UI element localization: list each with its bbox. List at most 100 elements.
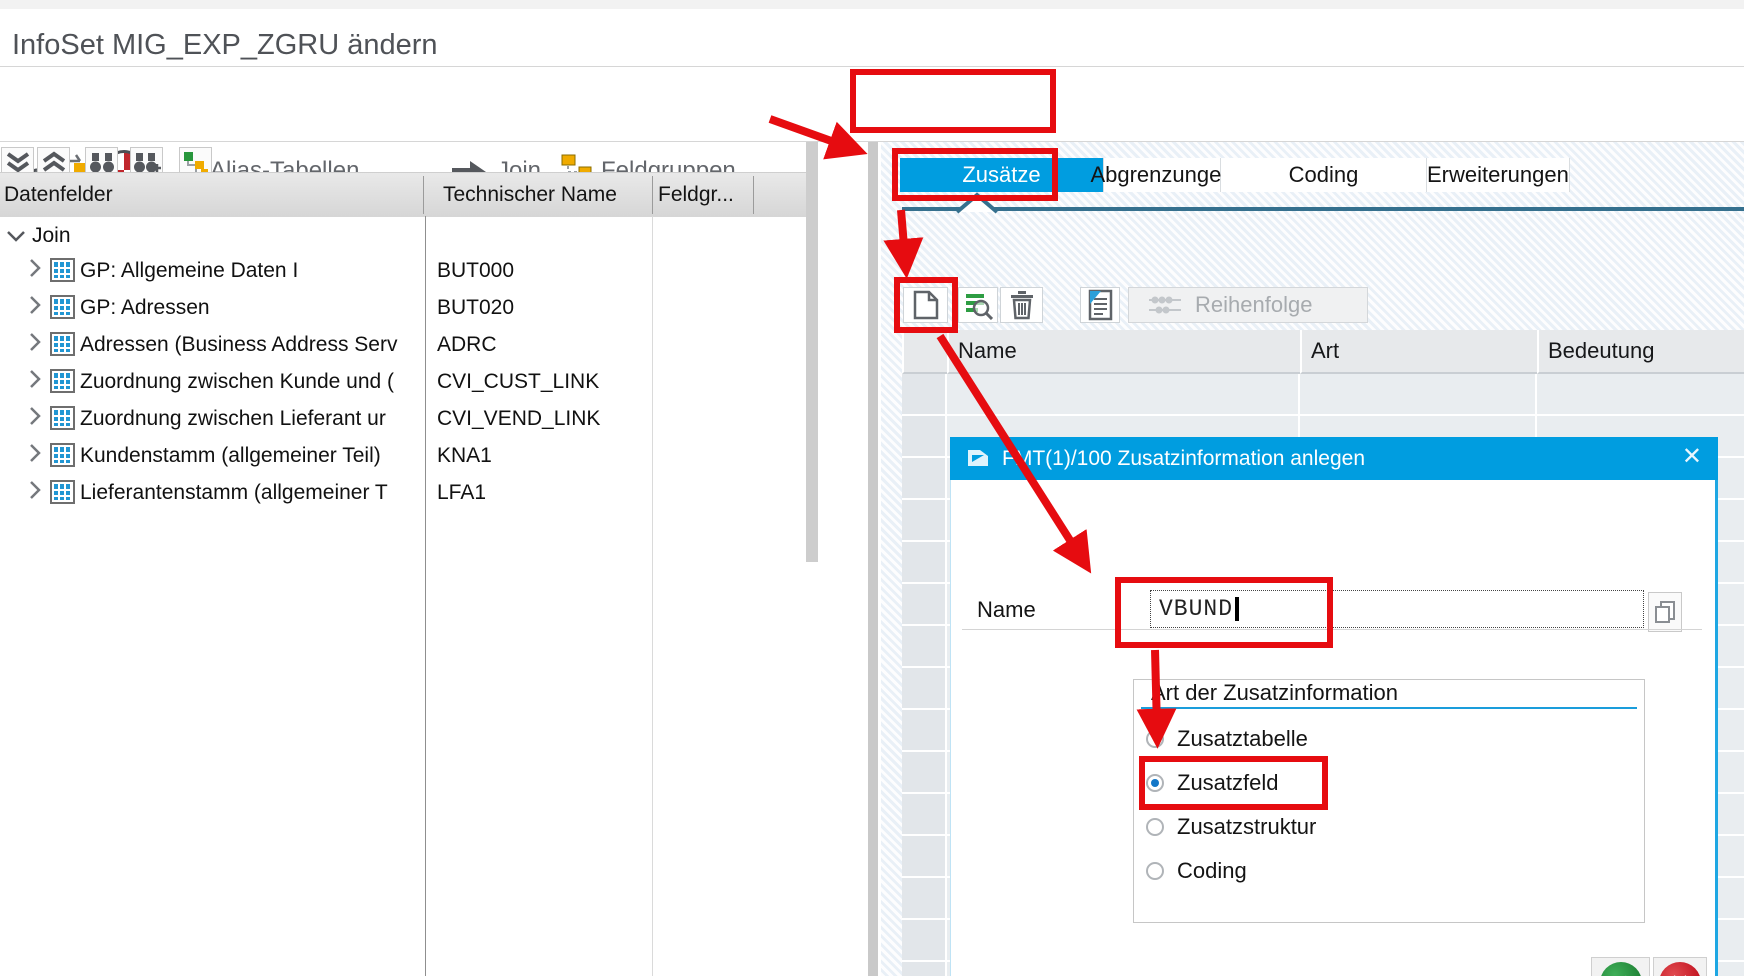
table-description: Lieferantenstamm (allgemeiner T: [80, 481, 426, 505]
radio-option[interactable]: Zusatzstruktur: [1146, 812, 1316, 842]
table-description: Kundenstamm (allgemeiner Teil): [80, 444, 426, 468]
header-separator: [423, 176, 424, 214]
header-separator: [753, 176, 754, 214]
table-description: Adressen (Business Address Serv: [80, 333, 426, 357]
table-icon: [50, 258, 75, 282]
dialog-titlebar[interactable]: FMT(1)/100 Zusatzinformation anlegen ✕: [950, 437, 1718, 480]
radio-option[interactable]: Coding: [1146, 856, 1316, 886]
cancel-x-icon: ✕: [1659, 962, 1701, 976]
grid-header-art[interactable]: Art: [1300, 330, 1537, 374]
delete-button[interactable]: [1000, 287, 1043, 323]
reihenfolge-label: Reihenfolge: [1195, 292, 1312, 318]
radio-option-label: Zusatzfeld: [1177, 770, 1279, 796]
table-technical-name: CVI_VEND_LINK: [437, 407, 600, 431]
art-group-underline: [1141, 707, 1637, 709]
tree-table-row[interactable]: Zuordnung zwischen Kunde und ( CVI_CUST_…: [0, 363, 806, 400]
reihenfolge-button[interactable]: Reihenfolge: [1128, 287, 1368, 323]
title-bar: InfoSet MIG_EXP_ZGRU ändern: [0, 9, 1744, 67]
radio-button-icon[interactable]: [1146, 818, 1164, 836]
radio-button-icon[interactable]: [1146, 862, 1164, 880]
table-description: GP: Allgemeine Daten I: [80, 259, 426, 283]
table-technical-name: CVI_CUST_LINK: [437, 370, 599, 394]
table-icon: [50, 332, 75, 356]
tree-table-row[interactable]: GP: Allgemeine Daten I BUT000: [0, 252, 806, 289]
tree-root-join[interactable]: Join: [0, 220, 800, 252]
dialog-window-icon: [966, 448, 990, 468]
matchcode-icon: [1653, 599, 1677, 625]
create-button[interactable]: [903, 287, 948, 323]
tab[interactable]: Coding: [1221, 158, 1427, 192]
datafields-tree: GP: Allgemeine Daten I BUT000 G: [0, 252, 806, 511]
table-description: Zuordnung zwischen Lieferant ur: [80, 407, 426, 431]
radio-option[interactable]: Zusatzfeld: [1146, 768, 1316, 798]
datafields-header-band: Datenfelder Technischer Name Feldgr...: [0, 172, 806, 217]
display-button[interactable]: [958, 287, 998, 323]
radio-option-label: Zusatzstruktur: [1177, 814, 1316, 840]
grid-row-header-column: [902, 374, 947, 976]
expand-chevron-icon[interactable]: [28, 295, 42, 315]
table-icon: [50, 295, 75, 319]
grid-column-line: [945, 374, 947, 976]
tab[interactable]: Erweiterungen: [1427, 158, 1570, 192]
continue-check-icon: ✓: [1600, 962, 1642, 976]
radio-option-label: Zusatztabelle: [1177, 726, 1308, 752]
page-title: InfoSet MIG_EXP_ZGRU ändern: [12, 29, 438, 62]
document-icon: [1086, 289, 1114, 321]
tree-table-row[interactable]: GP: Adressen BUT020: [0, 289, 806, 326]
display-icon: [963, 290, 993, 320]
name-input[interactable]: VBUND: [1150, 590, 1644, 628]
tab[interactable]: Zusätze: [900, 158, 1104, 192]
tab[interactable]: Abgrenzungen: [1104, 158, 1221, 192]
expand-chevron-icon[interactable]: [28, 406, 42, 426]
radio-option-label: Coding: [1177, 858, 1247, 884]
matchcode-button[interactable]: [1648, 592, 1682, 632]
expand-chevron-icon[interactable]: [28, 480, 42, 500]
abacus-icon: [1147, 294, 1183, 316]
text-cursor: [1235, 597, 1239, 621]
table-technical-name: ADRC: [437, 333, 497, 357]
expand-chevron-icon[interactable]: [28, 332, 42, 352]
table-technical-name: LFA1: [437, 481, 486, 505]
tree-root-label: Join: [32, 224, 71, 248]
table-technical-name: BUT000: [437, 259, 514, 283]
expand-chevron-icon[interactable]: [28, 369, 42, 389]
table-icon: [50, 406, 75, 430]
column-datenfelder: Datenfelder: [4, 183, 113, 207]
expand-chevron-icon[interactable]: [28, 443, 42, 463]
change-documentation-button[interactable]: [1080, 287, 1120, 323]
header-separator: [652, 176, 653, 214]
column-technischer-name: Technischer Name: [443, 183, 617, 207]
radio-option[interactable]: Zusatztabelle: [1146, 724, 1316, 754]
close-icon[interactable]: ✕: [1682, 442, 1702, 471]
grid-header-bedeutung[interactable]: Bedeutung: [1537, 330, 1744, 374]
table-technical-name: KNA1: [437, 444, 492, 468]
art-group-title: Art der Zusatzinformation: [1151, 680, 1398, 706]
expand-chevron-icon[interactable]: [28, 258, 42, 278]
panel-splitter[interactable]: [868, 142, 878, 976]
name-field-label: Name: [977, 597, 1036, 623]
create-icon: [913, 290, 939, 320]
radio-button-icon[interactable]: [1146, 774, 1164, 792]
tree-table-row[interactable]: Kundenstamm (allgemeiner Teil) KNA1: [0, 437, 806, 474]
collapse-chevron-icon[interactable]: [6, 229, 26, 243]
dialog-separator: [962, 629, 1702, 630]
delete-trash-icon: [1008, 290, 1036, 320]
tabstrip-line: [902, 207, 1744, 211]
tree-table-row[interactable]: Lieferantenstamm (allgemeiner T LFA1: [0, 474, 806, 511]
tabstrip: Zusätze Abgrenzungen Coding Erweiterunge…: [900, 158, 1570, 192]
continue-button[interactable]: ✓: [1591, 957, 1650, 976]
table-description: GP: Adressen: [80, 296, 426, 320]
grid-header-name[interactable]: Name: [947, 330, 1300, 374]
radio-button-icon[interactable]: [1146, 730, 1164, 748]
cancel-button[interactable]: ✕: [1653, 957, 1707, 976]
table-technical-name: BUT020: [437, 296, 514, 320]
tree-scrollbar[interactable]: [806, 142, 818, 562]
table-icon: [50, 369, 75, 393]
grid-corner-header: [902, 330, 947, 374]
sap-infoset-window: InfoSet MIG_EXP_ZGRU ändern Alias-Tabell…: [0, 0, 1744, 976]
column-feldgruppe: Feldgr...: [658, 183, 734, 207]
table-icon: [50, 480, 75, 504]
art-radio-group: Zusatztabelle Zusatzfeld Zusatzstruktur …: [1146, 724, 1316, 886]
tree-table-row[interactable]: Adressen (Business Address Serv ADRC: [0, 326, 806, 363]
tree-table-row[interactable]: Zuordnung zwischen Lieferant ur CVI_VEND…: [0, 400, 806, 437]
